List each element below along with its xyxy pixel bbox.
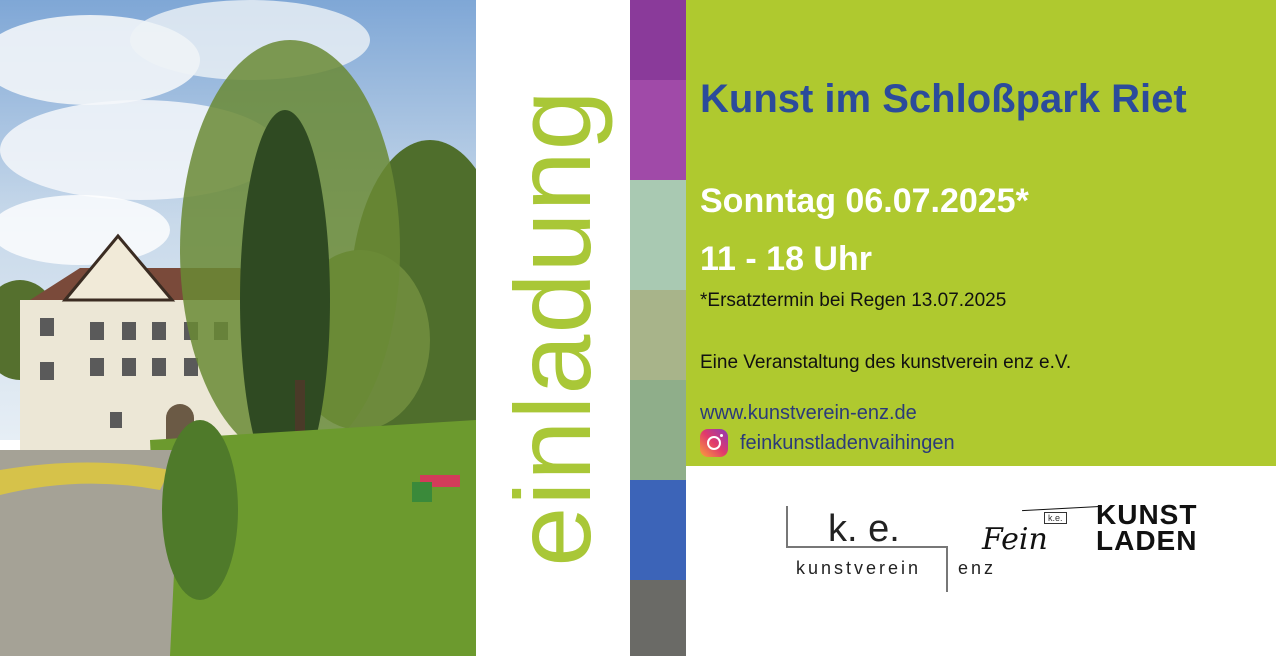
info-panel [686,0,1276,466]
kunstverein-logo: k. e. kunstverein enz [786,506,1000,594]
event-time: 11 - 18 Uhr [700,240,872,278]
logo-frame-line [946,546,948,592]
feinkunstladen-logo: k.e. Fein KUNST LADEN [982,500,1202,564]
organizer-text: Eine Veranstaltung des kunstverein enz e… [700,352,1072,373]
event-title: Kunst im Schloßpark Riet [700,77,1187,121]
logo-word: kunstverein [796,558,922,578]
logo-script: Fein [982,522,1048,557]
logo-line [1022,505,1102,512]
instagram-link[interactable]: feinkunstladenvaihingen [700,428,955,458]
instagram-handle: feinkunstladenvaihingen [740,431,955,454]
castle-photo [0,0,476,656]
logo-letters: k. e. [828,508,900,550]
website-link[interactable]: www.kunstverein-enz.de [700,402,917,425]
event-date: Sonntag 06.07.2025* [700,182,1029,220]
painted-color-strip [630,0,686,656]
instagram-icon [700,429,728,457]
vertical-title: einladung [492,89,613,567]
rain-date-note: *Ersatztermin bei Regen 13.07.2025 [700,290,1007,311]
logo-laden: LADEN [1096,525,1198,556]
